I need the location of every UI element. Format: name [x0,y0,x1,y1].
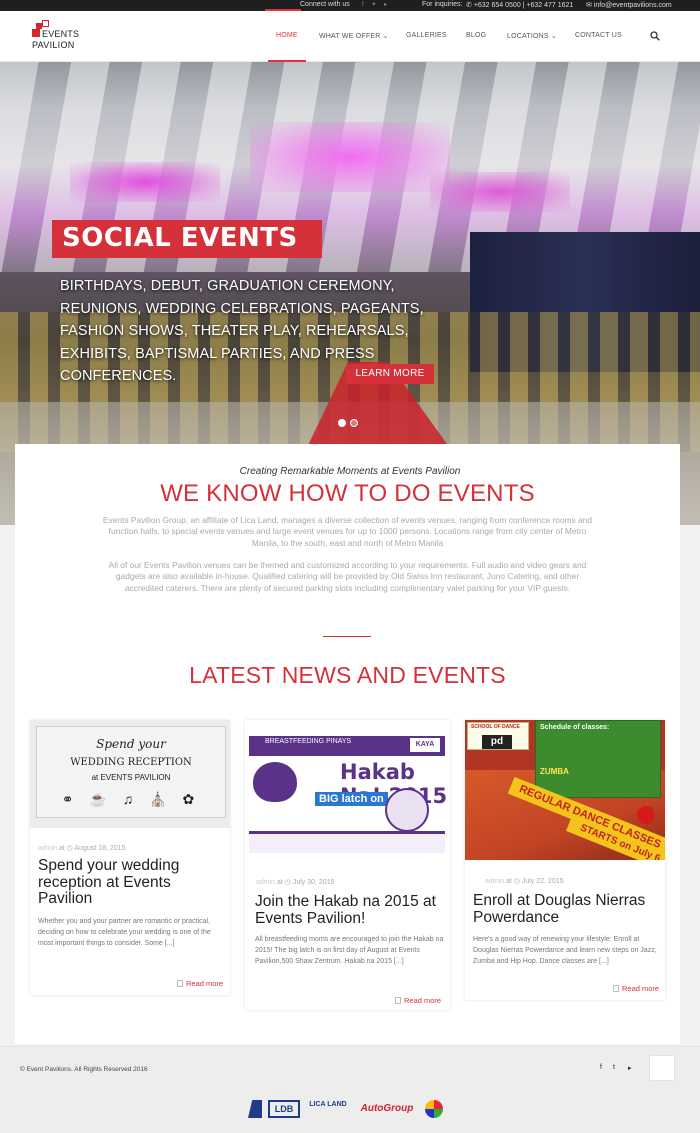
intro-paragraph-1: Events Pavilion Group, an affiliate of L… [102,515,593,548]
image-text: BREASTFEEDING PINAYS [265,738,352,745]
post-author[interactable]: admin [485,878,504,885]
intro-heading: WE KNOW HOW TO DO EVENTS [160,480,535,507]
post-meta: admin at ◷ July 22, 2015 [485,878,564,885]
wedding-icons: ⚭ ☕ ♫ ⛪ ✿ [61,791,201,807]
logo-text-line2: PAVILION [32,40,75,50]
intro-tagline: Creating Remarkable Moments at Events Pa… [239,466,461,477]
image-text: WEDDING RECEPTION [70,757,192,768]
hakab-image[interactable]: BREASTFEEDING PINAYS KAYA Hakab Na! 2015… [245,720,450,855]
post-excerpt: All breastfeeding moms are encouraged to… [255,936,444,966]
read-more-link[interactable]: Read more [177,979,223,988]
intro-paragraph-2: All of our Events Pavilion venues can be… [108,560,587,593]
image-seal [385,788,429,832]
apple-icon [637,806,655,824]
dance-school-logo: SCHOOL OF DANCE pd [467,722,529,750]
post-date: July 30, 2015 [292,879,335,886]
slider-dot-2[interactable] [350,419,358,427]
sponsor-ldb[interactable]: LDB [268,1100,300,1118]
post-title[interactable]: Enroll at Douglas Nierras Powerdance [473,892,665,926]
schedule-board: Schedule of classes: ZUMBA [535,720,661,798]
topbar-social-icons[interactable]: f ✦ ▸ [362,1,390,8]
learn-more-button[interactable]: LEARN MORE [346,364,434,384]
hero-light [250,122,450,192]
hero-light [430,172,570,212]
nav-label: LOCATIONS [507,33,549,40]
post-date: July 22, 2015 [521,878,564,885]
image-text: BIG latch on [315,792,388,806]
connect-label: Connect with us [300,1,350,8]
logo-mark [42,20,49,27]
image-footer-band [249,831,445,853]
hero-light [70,162,220,202]
facebook-icon[interactable]: f [600,1064,602,1071]
image-text: at EVENTS PAVILION [91,773,171,782]
image-text: Schedule of classes: [540,724,610,731]
twitter-icon[interactable]: t [613,1064,615,1071]
search-icon[interactable] [650,31,660,41]
read-more-label: Read more [622,984,660,993]
post-meta: admin at ◷ August 18, 2015 [38,845,126,852]
heart-icon [253,762,297,802]
document-icon [177,980,183,987]
hero-badge: SOCIAL EVENTS [52,220,322,258]
sponsor-lica-land[interactable]: LICA LAND [306,1100,350,1118]
post-title[interactable]: Join the Hakab na 2015 at Events Pavilio… [255,893,445,927]
wedding-image[interactable]: Spend your WEDDING RECEPTION at EVENTS P… [30,720,230,828]
inquiries-label: For inquiries: [422,1,463,8]
news-heading: LATEST NEWS AND EVENTS [189,662,506,688]
email-link[interactable]: ✉ info@eventpavilions.com [586,1,672,9]
read-more-link[interactable]: Read more [395,996,441,1005]
document-icon [395,997,401,1004]
phone-text: +632 654 0500 | +632 477 1621 [473,2,574,9]
nav-blog[interactable]: BLOG [466,32,486,39]
nav-contact-us[interactable]: CONTACT US [575,32,622,39]
document-icon [613,985,619,992]
logo-mark [32,29,40,37]
read-more-label: Read more [186,979,224,988]
image-text: ZUMBA [540,767,569,776]
news-card: BREASTFEEDING PINAYS KAYA Hakab Na! 2015… [245,720,450,1010]
nav-locations[interactable]: LOCATIONS ⌄ [507,32,557,40]
post-date: August 18, 2015 [74,845,126,852]
email-text: info@eventpavilions.com [593,2,672,9]
sponsor-flower-logo[interactable] [425,1100,443,1118]
post-excerpt: Here's a good way of renewing your lifes… [473,936,657,966]
phone-numbers[interactable]: ✆ +632 654 0500 | +632 477 1621 [466,1,573,9]
section-divider [323,636,371,637]
news-card: Schedule of classes: ZUMBA SCHOOL OF DAN… [465,720,665,1000]
nav-what-we-offer[interactable]: WHAT WE OFFER ⌄ [319,32,389,40]
top-bar: Connect with us f ✦ ▸ For inquiries: ✆ +… [0,0,700,11]
image-text: pd [482,735,512,749]
news-card: Spend your WEDDING RECEPTION at EVENTS P… [30,720,230,995]
site-header: EVENTS PAVILION HOME WHAT WE OFFER ⌄ GAL… [0,11,700,62]
youtube-icon[interactable]: ▸ [628,1064,632,1072]
image-text: SCHOOL OF DANCE [471,724,520,730]
nav-galleries[interactable]: GALLERIES [406,32,447,39]
wedding-image-frame: Spend your WEDDING RECEPTION at EVENTS P… [36,726,226,818]
copyright-text: © Event Pavilions. All Rights Reserved 2… [20,1066,148,1073]
logo-text-line1: EVENTS [42,29,80,39]
chevron-down-icon: ⌄ [550,33,557,40]
post-author[interactable]: admin [256,879,275,886]
post-meta: admin at ◷ July 30, 2015 [256,879,335,886]
back-to-top-button[interactable] [649,1055,675,1081]
post-author[interactable]: admin [38,845,57,852]
nav-label: WHAT WE OFFER [319,33,381,40]
site-footer [0,1046,700,1133]
post-excerpt: Whether you and your partner are romanti… [38,918,211,948]
powerdance-image[interactable]: Schedule of classes: ZUMBA SCHOOL OF DAN… [465,720,665,860]
read-more-label: Read more [404,996,442,1005]
logo[interactable]: EVENTS PAVILION [32,20,92,54]
chevron-down-icon: ⌄ [382,33,389,40]
image-text: Spend your [96,737,166,751]
slider-dot-1[interactable] [338,419,346,427]
post-title[interactable]: Spend your wedding reception at Events P… [38,857,223,908]
kaya-logo: KAYA [410,738,440,752]
nav-home[interactable]: HOME [276,32,298,39]
sponsor-auto-group[interactable]: AutoGroup [355,1100,419,1118]
read-more-link[interactable]: Read more [613,984,659,993]
